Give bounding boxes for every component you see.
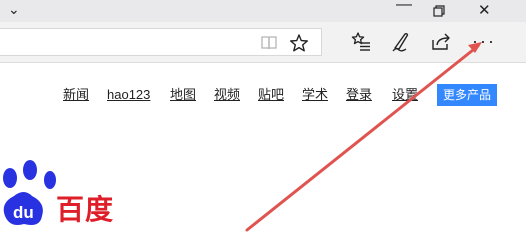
nav-link-tieba[interactable]: 贴吧	[258, 87, 284, 103]
pen-icon[interactable]	[390, 31, 412, 53]
svg-text:du: du	[13, 203, 34, 222]
restore-icon[interactable]	[433, 0, 445, 17]
nav-link-news[interactable]: 新闻	[63, 87, 89, 103]
nav-link-xueshu[interactable]: 学术	[302, 87, 328, 103]
nav-link-hao123[interactable]: hao123	[107, 87, 150, 103]
more-icon[interactable]: ···	[472, 30, 494, 52]
nav-link-settings[interactable]: 设置	[392, 87, 418, 103]
hub-icon[interactable]	[350, 31, 372, 53]
nav-link-login[interactable]: 登录	[346, 87, 372, 103]
more-products-button[interactable]: 更多产品	[437, 84, 497, 106]
reading-view-icon[interactable]	[258, 32, 280, 54]
minimize-icon[interactable]: —	[396, 0, 412, 16]
star-icon[interactable]	[288, 32, 310, 54]
baidu-logo-text: 百度	[56, 194, 115, 225]
share-icon[interactable]	[430, 31, 452, 53]
nav-link-map[interactable]: 地图	[170, 87, 196, 103]
nav-link-video[interactable]: 视频	[214, 87, 240, 103]
address-bar[interactable]	[0, 28, 322, 56]
title-bar: ⌄ — ✕	[0, 0, 526, 22]
chevron-down-icon[interactable]: ⌄	[8, 0, 20, 20]
browser-toolbar: ···	[0, 22, 526, 63]
close-icon[interactable]: ✕	[478, 0, 491, 22]
